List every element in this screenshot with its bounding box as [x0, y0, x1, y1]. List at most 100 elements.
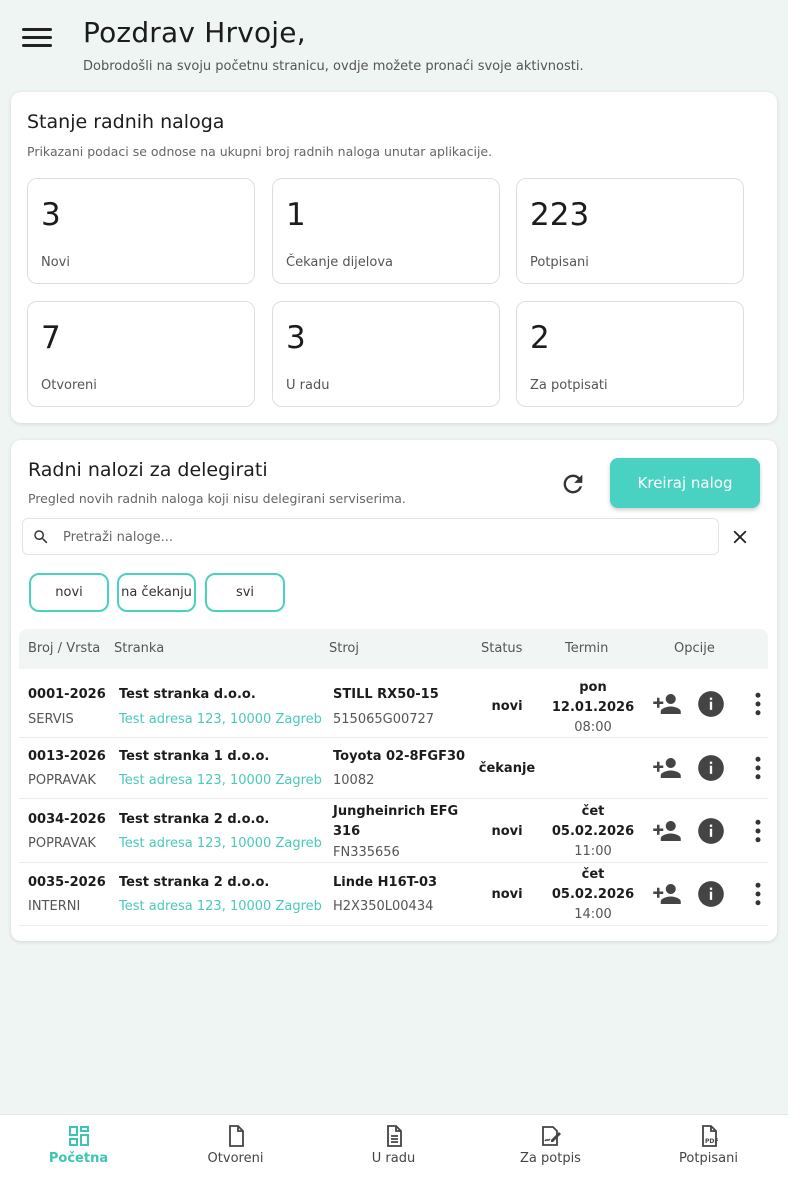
more-vert-icon[interactable]	[743, 689, 773, 719]
svg-text:PDF: PDF	[705, 1138, 718, 1145]
stat-label: Čekanje dijelova	[286, 255, 394, 270]
column-header-status: Status	[481, 641, 523, 656]
search-icon	[34, 530, 48, 544]
create-order-button[interactable]: Kreiraj nalog	[610, 458, 760, 508]
nav-item-u-radu[interactable]: U radu	[315, 1115, 472, 1177]
term-date: 05.02.2026	[551, 887, 635, 902]
term-day: pon	[579, 680, 607, 695]
table-row[interactable]: 0013-2026 POPRAVAK Test stranka 1 d.o.o.…	[19, 738, 768, 799]
stat-label: Novi	[41, 255, 70, 270]
refresh-icon[interactable]	[559, 470, 587, 498]
term-time: 11:00	[574, 844, 612, 859]
more-vert-icon[interactable]	[743, 816, 773, 846]
machine-serial: 10082	[333, 773, 375, 788]
nav-label: Za potpis	[520, 1151, 581, 1166]
info-icon[interactable]	[697, 880, 727, 910]
order-status: novi	[491, 887, 523, 902]
stats-title: Stanje radnih naloga	[27, 111, 225, 133]
term-date: 12.01.2026	[551, 700, 635, 715]
order-status: novi	[491, 699, 523, 714]
assign-user-icon[interactable]	[652, 753, 682, 783]
machine-serial: FN335656	[333, 845, 400, 860]
client-address[interactable]: Test adresa 123, 10000 Zagreb	[119, 773, 322, 788]
nav-item-otvoreni[interactable]: Otvoreni	[157, 1115, 314, 1177]
stat-value: 1	[286, 197, 306, 233]
nav-item-pocetna[interactable]: Početna	[0, 1115, 157, 1177]
client-name: Test stranka d.o.o.	[119, 687, 256, 702]
orders-card: Radni nalozi za delegirati Pregled novih…	[11, 440, 777, 941]
table-row[interactable]: 0001-2026 SERVIS Test stranka d.o.o. Tes…	[19, 672, 768, 738]
machine-name: Jungheinrich EFG 316	[333, 804, 459, 839]
machine-name: STILL RX50-15	[333, 687, 439, 702]
client-address[interactable]: Test adresa 123, 10000 Zagreb	[119, 712, 322, 727]
stat-value: 3	[286, 320, 306, 356]
assign-user-icon[interactable]	[652, 879, 682, 909]
stat-value: 2	[530, 320, 550, 356]
order-type: POPRAVAK	[28, 773, 96, 788]
more-vert-icon[interactable]	[743, 879, 773, 909]
assign-user-icon[interactable]	[652, 689, 682, 719]
pdf-icon: PDF	[702, 1125, 718, 1147]
signature-icon	[542, 1126, 561, 1146]
term-day: čet	[581, 804, 605, 819]
more-vert-icon[interactable]	[743, 753, 773, 783]
nav-label: U radu	[371, 1151, 416, 1166]
stat-tile-cekanje-dijelova[interactable]: 1 Čekanje dijelova	[272, 178, 500, 284]
stats-subtitle: Prikazani podaci se odnose na ukupni bro…	[27, 144, 493, 159]
table-row[interactable]: 0034-2026 POPRAVAK Test stranka 2 d.o.o.…	[19, 799, 768, 863]
order-status: novi	[491, 824, 523, 839]
stat-value: 223	[530, 197, 590, 233]
column-header-number: Broj / Vrsta	[28, 641, 101, 656]
client-address[interactable]: Test adresa 123, 10000 Zagreb	[119, 836, 322, 851]
assign-user-icon[interactable]	[652, 816, 682, 846]
order-status: čekanje	[478, 761, 536, 776]
client-name: Test stranka 2 d.o.o.	[119, 875, 270, 890]
machine-serial: 515065G00727	[333, 712, 435, 727]
stat-tile-u-radu[interactable]: 3 U radu	[272, 301, 500, 407]
orders-title: Radni nalozi za delegirati	[28, 459, 268, 481]
stat-value: 7	[41, 320, 61, 356]
machine-name: Toyota 02-8FGF30	[333, 749, 466, 764]
stats-card: Stanje radnih naloga Prikazani podaci se…	[11, 92, 777, 423]
dashboard-icon	[69, 1126, 89, 1146]
search-input[interactable]	[63, 525, 703, 549]
document-icon	[229, 1125, 244, 1147]
stat-value: 3	[41, 197, 61, 233]
stat-tile-za-potpisati[interactable]: 2 Za potpisati	[516, 301, 744, 407]
orders-subtitle: Pregled novih radnih naloga koji nisu de…	[28, 491, 406, 506]
order-number: 0013-2026	[28, 749, 106, 764]
machine-name: Linde H16T-03	[333, 875, 438, 890]
nav-item-potpisani[interactable]: PDF Potpisani	[630, 1115, 787, 1177]
filter-chip-novi[interactable]: novi	[29, 573, 109, 612]
greeting-title: Pozdrav Hrvoje,	[83, 16, 306, 49]
close-icon[interactable]	[729, 526, 751, 548]
client-name: Test stranka 1 d.o.o.	[119, 749, 270, 764]
order-number: 0034-2026	[28, 812, 106, 827]
stat-tile-potpisani[interactable]: 223 Potpisani	[516, 178, 744, 284]
column-header-term: Termin	[565, 641, 609, 656]
greeting-subtitle: Dobrodošli na svoju početnu stranicu, ov…	[83, 59, 584, 74]
header: Pozdrav Hrvoje, Dobrodošli na svoju poče…	[0, 0, 788, 92]
term-time: 08:00	[574, 720, 612, 735]
info-icon[interactable]	[697, 754, 727, 784]
client-address[interactable]: Test adresa 123, 10000 Zagreb	[119, 899, 322, 914]
nav-item-za-potpis[interactable]: Za potpis	[472, 1115, 629, 1177]
stat-label: Otvoreni	[41, 378, 97, 393]
client-name: Test stranka 2 d.o.o.	[119, 812, 270, 827]
stat-tile-novi[interactable]: 3 Novi	[27, 178, 255, 284]
order-number: 0035-2026	[28, 875, 106, 890]
stat-label: Za potpisati	[530, 378, 608, 393]
filter-chip-svi[interactable]: svi	[205, 573, 285, 612]
info-icon[interactable]	[697, 690, 727, 720]
table-row[interactable]: 0035-2026 INTERNI Test stranka 2 d.o.o. …	[19, 863, 768, 926]
stat-tile-otvoreni[interactable]: 7 Otvoreni	[27, 301, 255, 407]
order-type: SERVIS	[28, 712, 74, 727]
filter-chip-na-cekanju[interactable]: na čekanju	[117, 573, 196, 612]
menu-icon[interactable]	[22, 28, 52, 52]
column-header-options: Opcije	[674, 641, 715, 656]
column-header-client: Stranka	[114, 641, 165, 656]
search-box	[22, 518, 719, 555]
term-day: čet	[581, 867, 605, 882]
order-type: INTERNI	[28, 899, 81, 914]
info-icon[interactable]	[697, 817, 727, 847]
